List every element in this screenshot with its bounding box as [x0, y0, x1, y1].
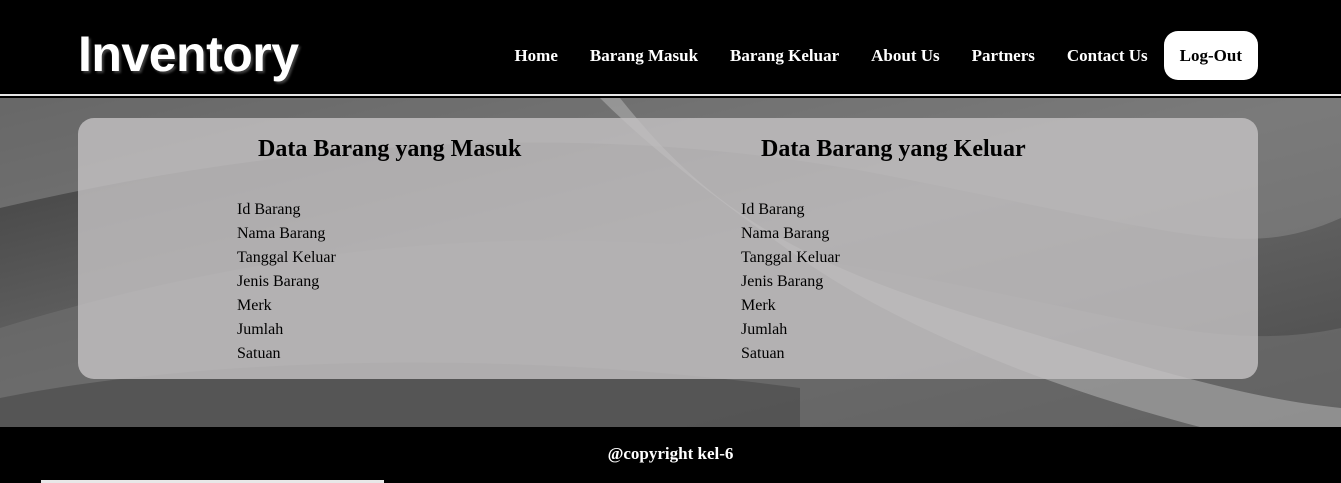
field-label: Jumlah	[741, 321, 788, 338]
field-label: Nama Barang	[237, 225, 326, 242]
nav-home[interactable]: Home	[514, 46, 557, 66]
barang-keluar-title: Data Barang yang Keluar	[761, 136, 1026, 162]
main-nav: Home Barang Masuk Barang Keluar About Us…	[482, 31, 1258, 80]
field-label: Id Barang	[237, 201, 301, 218]
field-label: Jumlah	[237, 321, 284, 338]
barang-keluar-fields: Id Barang Nama Barang Tanggal Keluar Jen…	[741, 198, 840, 366]
logout-button[interactable]: Log-Out	[1163, 31, 1258, 80]
nav-barang-keluar[interactable]: Barang Keluar	[730, 46, 839, 66]
barang-masuk-title: Data Barang yang Masuk	[258, 136, 522, 162]
field-label: Jenis Barang	[237, 273, 320, 290]
field-label: Satuan	[741, 345, 785, 362]
barang-masuk-fields: Id Barang Nama Barang Tanggal Keluar Jen…	[237, 198, 336, 366]
brand-logo[interactable]: Inventory	[78, 26, 299, 82]
field-label: Satuan	[237, 345, 281, 362]
field-label: Jenis Barang	[741, 273, 824, 290]
field-label: Id Barang	[741, 201, 805, 218]
data-panel: Data Barang yang Masuk Id Barang Nama Ba…	[78, 118, 1258, 379]
footer: @copyright kel-6	[0, 427, 1341, 483]
field-label: Merk	[237, 297, 272, 314]
field-label: Tanggal Keluar	[237, 249, 336, 266]
field-label: Merk	[741, 297, 776, 314]
nav-contact-us[interactable]: Contact Us	[1067, 46, 1148, 66]
nav-about-us[interactable]: About Us	[871, 46, 940, 66]
field-label: Nama Barang	[741, 225, 830, 242]
field-label: Tanggal Keluar	[741, 249, 840, 266]
copyright-text: @copyright kel-6	[607, 444, 734, 463]
header: Inventory Home Barang Masuk Barang Kelua…	[0, 0, 1341, 96]
nav-barang-masuk[interactable]: Barang Masuk	[590, 46, 698, 66]
nav-partners[interactable]: Partners	[972, 46, 1035, 66]
